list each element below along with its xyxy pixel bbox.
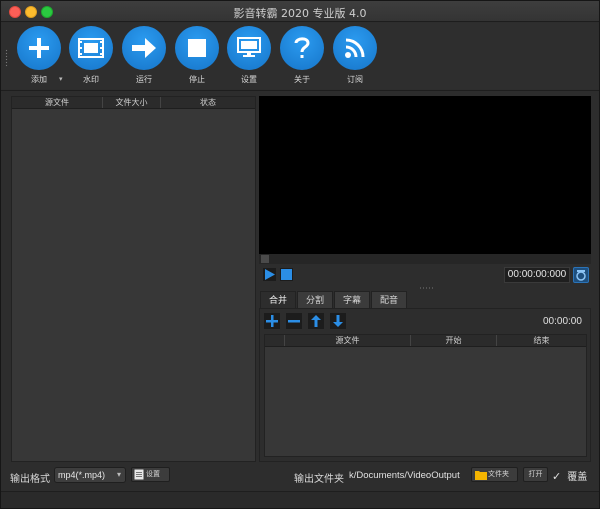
preview-stop-button[interactable] — [280, 268, 293, 281]
merge-file-table[interactable]: 源文件 开始 结束 — [264, 334, 587, 457]
document-icon — [134, 469, 144, 480]
plus-icon — [17, 26, 61, 70]
minus-icon — [288, 320, 300, 323]
merge-table-header: 源文件 开始 结束 — [265, 335, 586, 347]
watermark-button[interactable]: 水印 — [65, 26, 117, 86]
title-bar: 影音转霸 2020 专业版 4.0 — [1, 1, 599, 22]
output-folder-path[interactable]: k/Documents/VideoOutput — [349, 470, 460, 481]
stop-label: 停止 — [189, 75, 205, 84]
tab-subtitle[interactable]: 字幕 — [334, 291, 371, 309]
timecode-display: 00:00:00:000 — [504, 267, 570, 283]
overwrite-checkbox[interactable]: ✓ 覆盖 — [552, 468, 587, 483]
column-source-file[interactable]: 源文件 — [12, 97, 103, 108]
about-button[interactable]: 关于 — [276, 26, 328, 86]
open-folder-button[interactable]: 打开 — [523, 467, 548, 482]
camera-gear-icon — [576, 270, 586, 281]
column-end[interactable]: 结束 — [497, 335, 586, 346]
add-button[interactable]: 添加 — [13, 26, 65, 86]
subscribe-label: 订阅 — [347, 75, 363, 84]
column-file-size[interactable]: 文件大小 — [103, 97, 161, 108]
column-index — [265, 335, 285, 346]
column-status[interactable]: 状态 — [161, 97, 255, 108]
plus-small-icon — [266, 315, 278, 327]
question-icon — [280, 26, 324, 70]
snapshot-settings-button[interactable] — [573, 267, 589, 283]
subscribe-button[interactable]: 订阅 — [329, 26, 381, 86]
column-merge-source[interactable]: 源文件 — [285, 335, 411, 346]
preview-scrollbar-thumb[interactable] — [261, 255, 269, 263]
folder-icon — [475, 471, 487, 480]
stop-square-icon — [281, 269, 292, 280]
output-folder-label: 输出文件夹 — [294, 474, 344, 485]
merge-move-down-button[interactable] — [330, 313, 346, 329]
merge-add-button[interactable] — [264, 313, 280, 329]
chevron-down-icon: ▾ — [116, 470, 121, 479]
toolbar: 添加 ▾ 水印 运行 停止 设置 关于 订阅 — [1, 23, 599, 89]
play-icon — [265, 269, 275, 280]
settings-label: 设置 — [241, 75, 257, 84]
status-bar — [1, 491, 599, 508]
arrow-up-icon — [311, 315, 321, 327]
watermark-label: 水印 — [83, 75, 99, 84]
choose-folder-label: 文件夹 — [488, 470, 509, 478]
checkmark-icon: ✓ — [552, 471, 562, 483]
arrow-right-icon — [122, 26, 166, 70]
tab-split[interactable]: 分割 — [297, 291, 334, 309]
edit-tabs: 合并 分割 字幕 配音 — [260, 291, 408, 309]
play-button[interactable] — [263, 268, 276, 281]
stop-icon — [175, 26, 219, 70]
choose-folder-button[interactable]: 文件夹 — [471, 467, 518, 482]
overwrite-label: 覆盖 — [567, 472, 588, 483]
file-list-table[interactable]: 源文件 文件大小 状态 — [11, 96, 256, 462]
app-window: 影音转霸 2020 专业版 4.0 添加 ▾ 水印 运行 停止 设置 关于 订阅… — [0, 0, 600, 509]
add-dropdown-chevron-icon[interactable]: ▾ — [59, 75, 63, 83]
run-button[interactable]: 运行 — [118, 26, 170, 86]
column-start[interactable]: 开始 — [411, 335, 497, 346]
rss-icon — [333, 26, 377, 70]
stop-button[interactable]: 停止 — [171, 26, 223, 86]
toolbar-divider — [1, 90, 599, 91]
merge-total-time: 00:00:00 — [543, 316, 582, 327]
add-label: 添加 — [31, 75, 47, 84]
tab-merge[interactable]: 合并 — [260, 291, 297, 309]
toolbar-grip[interactable] — [5, 49, 8, 67]
tab-dubbing[interactable]: 配音 — [371, 291, 408, 309]
format-settings-button[interactable]: 设置 — [131, 467, 170, 482]
monitor-icon — [227, 26, 271, 70]
run-label: 运行 — [136, 75, 152, 84]
about-label: 关于 — [294, 75, 310, 84]
file-list-header: 源文件 文件大小 状态 — [12, 97, 255, 109]
panel-splitter[interactable] — [419, 287, 433, 289]
settings-button[interactable]: 设置 — [223, 26, 275, 86]
window-title: 影音转霸 2020 专业版 4.0 — [233, 7, 367, 20]
output-format-select[interactable]: mp4(*.mp4) ▾ — [54, 467, 126, 483]
merge-remove-button[interactable] — [286, 313, 302, 329]
format-settings-label: 设置 — [146, 470, 160, 478]
film-icon — [69, 26, 113, 70]
preview-scrollbar[interactable] — [259, 254, 591, 264]
video-preview[interactable] — [259, 96, 591, 254]
arrow-down-icon — [333, 315, 343, 327]
output-format-value: mp4(*.mp4) — [58, 470, 106, 480]
merge-move-up-button[interactable] — [308, 313, 324, 329]
output-format-label: 输出格式 — [10, 474, 50, 485]
